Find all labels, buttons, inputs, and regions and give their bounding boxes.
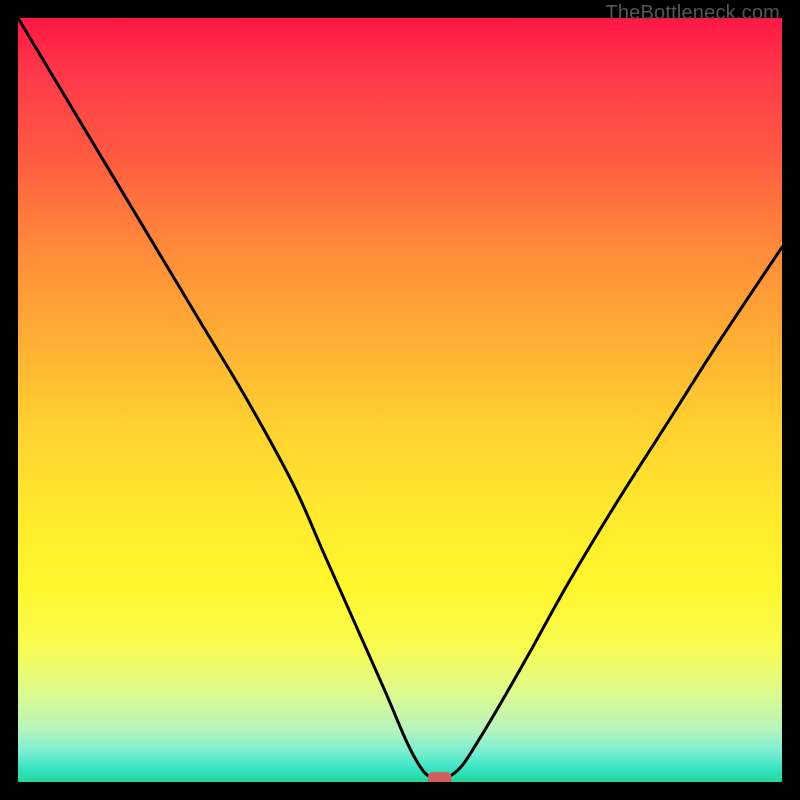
watermark-text: TheBottleneck.com (605, 2, 780, 25)
chart-frame (0, 0, 800, 800)
